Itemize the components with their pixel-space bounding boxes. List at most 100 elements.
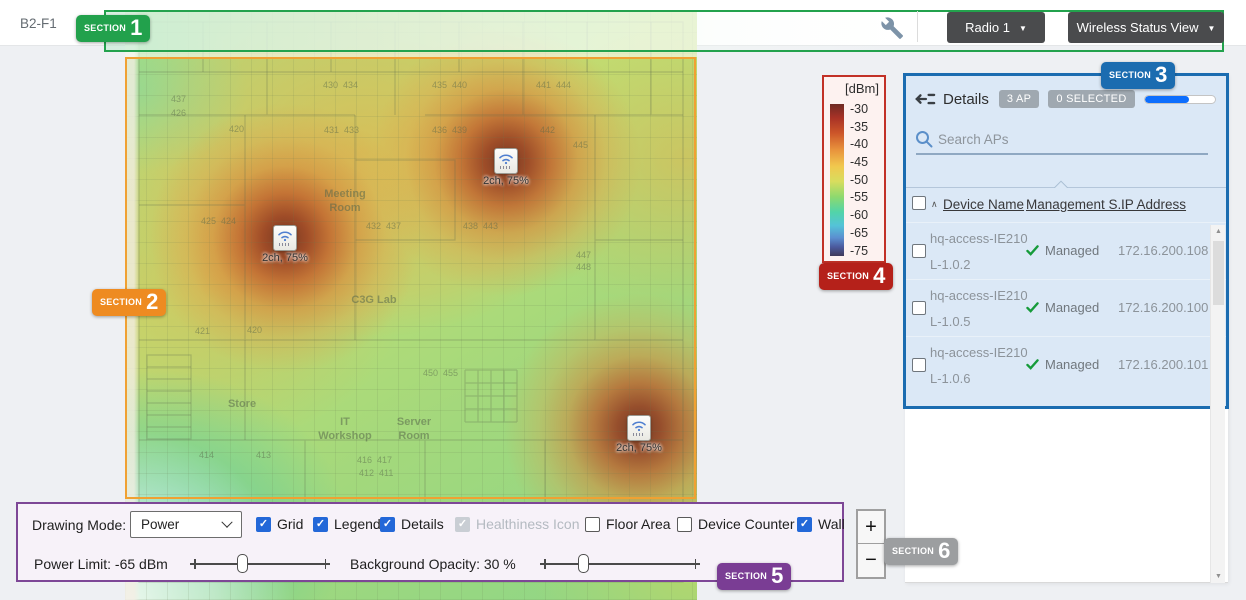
checkbox-icon <box>455 517 470 532</box>
legend-tick: -50 <box>850 174 868 187</box>
checkbox-label: Floor Area <box>606 516 671 532</box>
management-status: Managed <box>1026 300 1099 315</box>
slider-thumb[interactable] <box>237 554 248 573</box>
panel-size-slider[interactable] <box>1144 95 1216 104</box>
scrollbar-thumb[interactable] <box>1213 241 1224 305</box>
checkbox-label: Grid <box>277 516 303 532</box>
legend-ticks: -30 -35 -40 -45 -50 -55 -60 -65 -75 <box>850 103 868 257</box>
selected-count-badge: 0 SELECTED <box>1048 90 1134 108</box>
checkbox-label: Legend <box>334 516 381 532</box>
background-opacity-slider[interactable] <box>540 554 700 574</box>
legend-title: [dBm] <box>845 81 879 96</box>
table-header: ∧ Device Name Management S... IP Address <box>906 190 1226 222</box>
search-icon <box>915 130 933 148</box>
device-name: hq-access-IE210 <box>930 288 1028 303</box>
table-row[interactable]: hq-access-IE210 L-1.0.2 Managed 172.16.2… <box>906 222 1226 279</box>
legend-tick: -35 <box>850 121 868 134</box>
floor-area-checkbox[interactable]: Floor Area <box>585 514 671 534</box>
search-underline <box>916 153 1208 155</box>
chevron-down-icon: ▼ <box>1019 24 1027 33</box>
view-select-button[interactable]: Wireless Status View ▼ <box>1068 12 1224 43</box>
checkbox-label: Healthiness Icon <box>476 516 580 532</box>
section-2-badge: SECTION2 <box>92 289 166 316</box>
details-title: Details <box>943 91 989 108</box>
ip-address: 172.16.200.108 <box>1118 243 1208 258</box>
management-status: Managed <box>1026 243 1099 258</box>
section2-highlight-box <box>125 57 696 499</box>
table-notch-icon <box>1052 180 1070 188</box>
device-counter-checkbox[interactable]: Device Counter <box>677 514 795 534</box>
radio-button-label: Radio 1 <box>965 20 1010 35</box>
toolbar-divider <box>917 11 918 42</box>
wall-checkbox[interactable]: Wall <box>797 514 845 534</box>
slider-thumb[interactable] <box>578 554 589 573</box>
section-1-badge: SECTION1 <box>76 15 150 42</box>
checkbox-label: Wall <box>818 516 845 532</box>
section-6-badge: SECTION6 <box>884 538 958 565</box>
scroll-up-icon[interactable]: ▲ <box>1211 228 1226 235</box>
table-row[interactable]: hq-access-IE210 L-1.0.6 Managed 172.16.2… <box>906 336 1226 393</box>
checkbox-icon <box>585 517 600 532</box>
power-limit-slider[interactable] <box>190 554 330 574</box>
ip-address: 172.16.200.100 <box>1118 300 1208 315</box>
details-checkbox[interactable]: Details <box>380 514 444 534</box>
details-panel: Details 3 AP 0 SELECTED ∧ Device Name Ma… <box>903 73 1229 409</box>
device-sub-name: L-1.0.6 <box>930 371 970 386</box>
ap-count-badge: 3 AP <box>999 90 1039 108</box>
legend-tick: -45 <box>850 156 868 169</box>
grid-checkbox[interactable]: Grid <box>256 514 303 534</box>
column-header-device-name[interactable]: Device Name <box>943 197 1024 212</box>
search-input[interactable] <box>938 128 1188 150</box>
select-all-checkbox[interactable] <box>912 196 926 210</box>
healthiness-icon-checkbox: Healthiness Icon <box>455 514 580 534</box>
status-text: Managed <box>1045 243 1099 258</box>
zoom-out-button[interactable]: − <box>858 544 884 577</box>
section-4-badge: SECTION4 <box>819 263 893 290</box>
checkbox-icon <box>256 517 271 532</box>
device-sub-name: L-1.0.5 <box>930 314 970 329</box>
slider-track <box>540 563 700 565</box>
view-button-label: Wireless Status View <box>1077 20 1199 35</box>
radio-select-button[interactable]: Radio 1 ▼ <box>947 12 1045 43</box>
check-icon <box>1026 302 1039 313</box>
checkbox-icon <box>313 517 328 532</box>
legend-tick: -65 <box>850 227 868 240</box>
status-text: Managed <box>1045 300 1099 315</box>
legend-tick: -40 <box>850 138 868 151</box>
column-header-management-state[interactable]: Management S... <box>1026 197 1129 212</box>
legend-tick: -30 <box>850 103 868 116</box>
legend-tick: -60 <box>850 209 868 222</box>
row-checkbox[interactable] <box>912 244 926 258</box>
row-checkbox[interactable] <box>912 301 926 315</box>
dbm-legend: [dBm] -30 -35 -40 -45 -50 -55 -60 -65 -7… <box>822 75 886 263</box>
checkbox-label: Device Counter <box>698 516 795 532</box>
legend-tick: -75 <box>850 245 868 258</box>
management-status: Managed <box>1026 357 1099 372</box>
row-checkbox[interactable] <box>912 358 926 372</box>
zoom-in-button[interactable]: + <box>858 511 884 544</box>
ap-table-rows: hq-access-IE210 L-1.0.2 Managed 172.16.2… <box>906 222 1226 393</box>
legend-checkbox[interactable]: Legend <box>313 514 381 534</box>
legend-tick: -55 <box>850 191 868 204</box>
check-icon <box>1026 359 1039 370</box>
drawing-mode-label: Drawing Mode: <box>32 517 126 533</box>
collapse-left-icon[interactable] <box>914 89 936 109</box>
drawing-mode-select[interactable]: Power <box>130 511 242 538</box>
checkbox-icon <box>797 517 812 532</box>
legend-gradient-bar <box>830 104 844 256</box>
panel-scrollbar[interactable]: ▲ ▼ <box>1210 225 1225 583</box>
floor-label: B2-F1 <box>20 16 57 31</box>
details-header: Details 3 AP 0 SELECTED <box>914 86 1216 112</box>
scroll-down-icon[interactable]: ▼ <box>1211 573 1226 580</box>
map-zoom-control: + − <box>856 509 886 579</box>
wrench-icon[interactable] <box>880 16 904 40</box>
chevron-down-icon <box>221 516 232 527</box>
check-icon <box>1026 245 1039 256</box>
status-text: Managed <box>1045 357 1099 372</box>
ip-address: 172.16.200.101 <box>1118 357 1208 372</box>
section1-highlight-box <box>104 10 1224 52</box>
table-row[interactable]: hq-access-IE210 L-1.0.5 Managed 172.16.2… <box>906 279 1226 336</box>
sort-asc-icon[interactable]: ∧ <box>931 199 938 210</box>
device-name: hq-access-IE210 <box>930 231 1028 246</box>
column-header-ip-address[interactable]: IP Address <box>1121 197 1186 212</box>
